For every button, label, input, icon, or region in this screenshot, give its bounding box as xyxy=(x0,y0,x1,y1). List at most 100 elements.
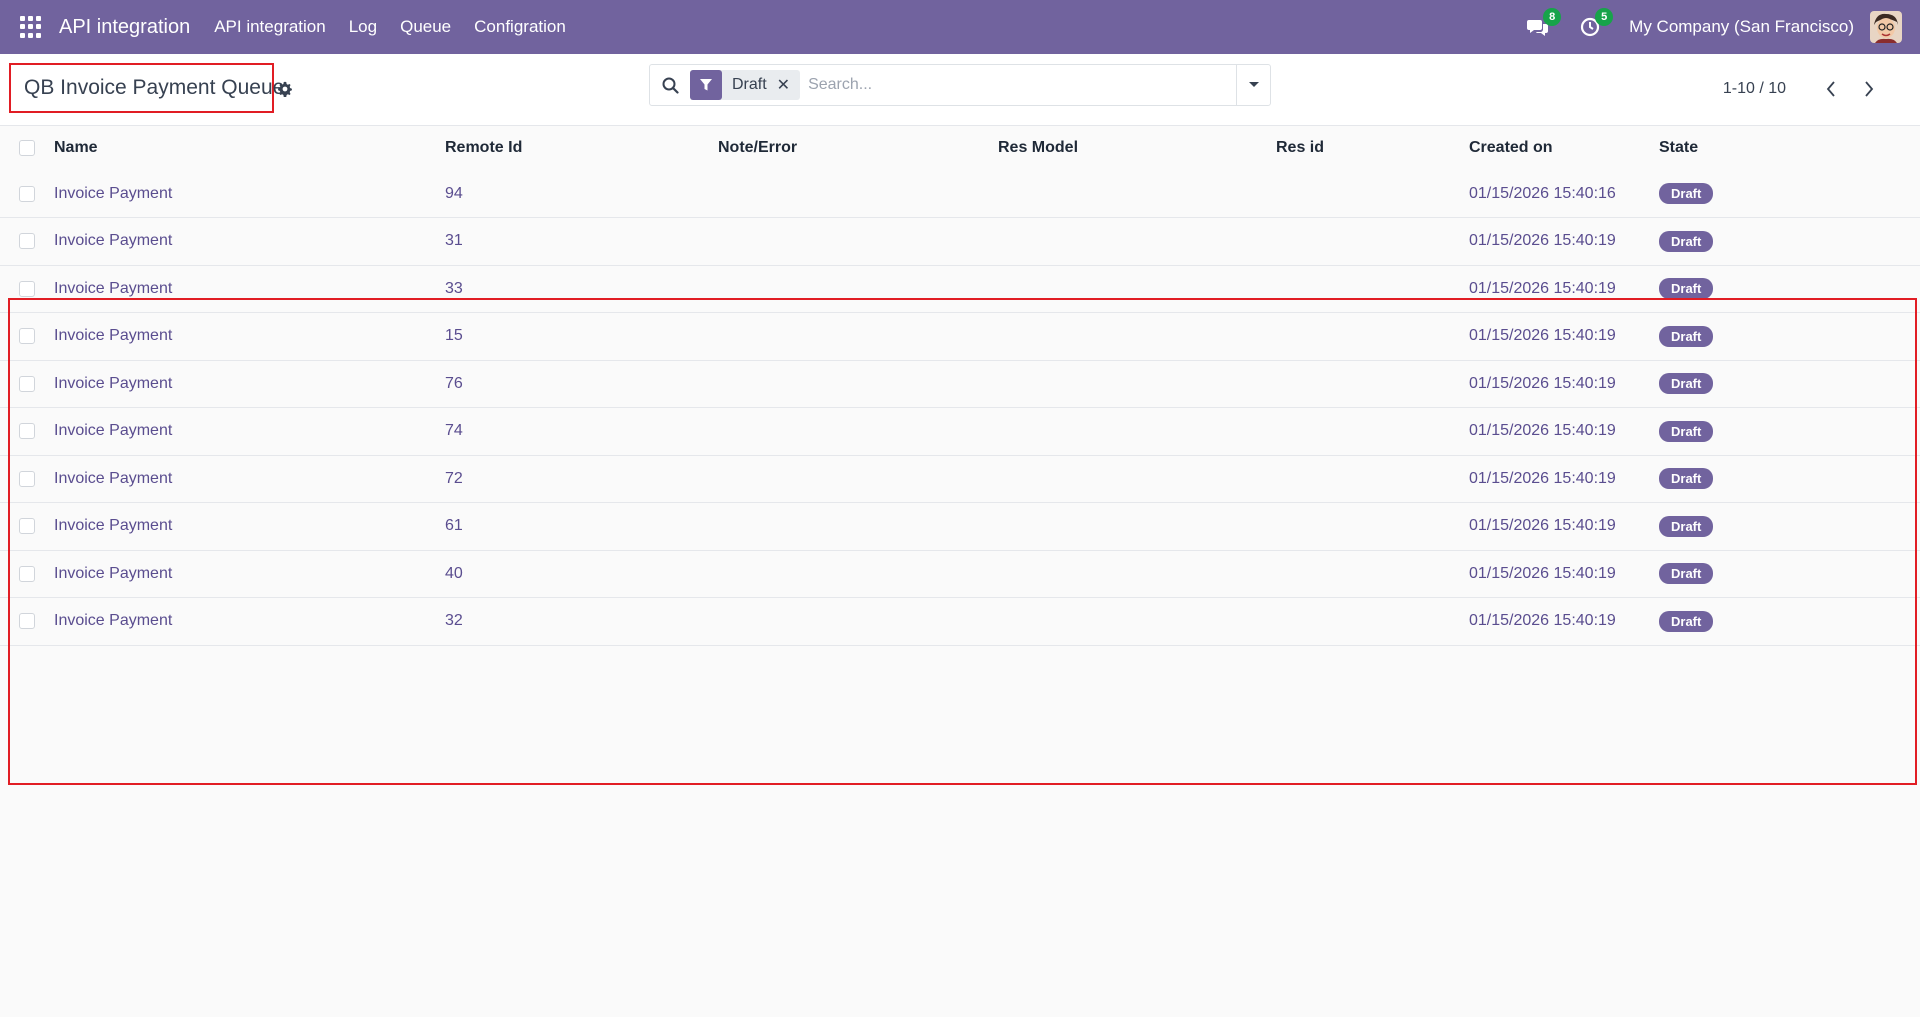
activities-button[interactable]: 5 xyxy=(1577,8,1614,40)
cell-select xyxy=(0,217,54,266)
table-row[interactable]: Invoice Payment 72 01/15/2026 15:40:19 Draf… xyxy=(0,455,1920,503)
cell-note-error xyxy=(718,550,998,598)
cell-res-id xyxy=(1276,455,1469,503)
cell-remote-id: 15 xyxy=(445,312,718,361)
menu-queue[interactable]: Queue xyxy=(400,17,451,37)
row-checkbox[interactable] xyxy=(19,518,35,535)
cell-created-on: 01/15/2026 15:40:16 xyxy=(1469,170,1659,218)
cell-name: Invoice Payment xyxy=(54,312,445,361)
cell-remote-id: 94 xyxy=(445,170,718,218)
table-row[interactable]: Invoice Payment 76 01/15/2026 15:40:19 Draf… xyxy=(0,360,1920,408)
row-checkbox[interactable] xyxy=(19,185,35,202)
systray: 8 5 My Company (San Francisco) xyxy=(1525,8,1902,43)
cell-note-error xyxy=(718,312,998,361)
cell-created-on: 01/15/2026 15:40:19 xyxy=(1469,360,1659,408)
company-switcher[interactable]: My Company (San Francisco) xyxy=(1629,17,1854,37)
row-checkbox[interactable] xyxy=(19,423,35,440)
cell-name: Invoice Payment xyxy=(54,455,445,503)
cell-created-on: 01/15/2026 15:40:19 xyxy=(1469,407,1659,456)
cell-remote-id: 61 xyxy=(445,502,718,551)
messages-button[interactable]: 8 xyxy=(1525,8,1562,40)
activities-count-badge: 5 xyxy=(1595,8,1614,26)
cell-res-id xyxy=(1276,502,1469,551)
table-row[interactable]: Invoice Payment 33 01/15/2026 15:40:19 Draf… xyxy=(0,265,1920,313)
cell-res-id xyxy=(1276,360,1469,408)
cell-res-id xyxy=(1276,265,1469,313)
status-badge: Draft xyxy=(1659,373,1714,395)
table-row[interactable]: Invoice Payment 94 01/15/2026 15:40:16 Draf… xyxy=(0,170,1920,218)
status-badge: Draft xyxy=(1659,515,1714,537)
search-icon[interactable] xyxy=(650,77,690,94)
header-note-error[interactable]: Note/Error xyxy=(718,126,998,170)
breadcrumb: QB Invoice Payment Queue xyxy=(9,63,284,113)
cell-res-model xyxy=(998,217,1276,266)
cell-res-model xyxy=(998,312,1276,361)
row-checkbox[interactable] xyxy=(19,470,35,487)
table-row[interactable]: Invoice Payment 40 01/15/2026 15:40:19 Draf… xyxy=(0,550,1920,598)
cell-name: Invoice Payment xyxy=(54,265,445,313)
header-created-on[interactable]: Created on xyxy=(1469,126,1659,170)
cell-select xyxy=(0,455,54,503)
header-remote-id[interactable]: Remote Id xyxy=(445,126,718,170)
remove-facet-icon[interactable]: ✕ xyxy=(777,75,800,95)
status-badge: Draft xyxy=(1659,563,1714,585)
cell-res-id xyxy=(1276,597,1469,646)
avatar-image xyxy=(1870,11,1902,43)
cell-name: Invoice Payment xyxy=(54,550,445,598)
table-row[interactable]: Invoice Payment 15 01/15/2026 15:40:19 Draf… xyxy=(0,312,1920,361)
cell-remote-id: 76 xyxy=(445,360,718,408)
row-checkbox[interactable] xyxy=(19,565,35,582)
top-navbar: API integration API integration Log Queu… xyxy=(0,0,1920,54)
cell-remote-id: 74 xyxy=(445,407,718,456)
row-checkbox[interactable] xyxy=(19,233,35,250)
search-input[interactable] xyxy=(808,76,1236,94)
pager-next-button[interactable] xyxy=(1854,76,1884,102)
cell-select xyxy=(0,407,54,456)
apps-grid-icon[interactable] xyxy=(20,16,42,38)
search-options-toggle[interactable] xyxy=(1236,65,1270,105)
row-checkbox[interactable] xyxy=(19,613,35,630)
select-all-checkbox[interactable] xyxy=(19,140,35,156)
cell-res-model xyxy=(998,502,1276,551)
cell-res-id xyxy=(1276,312,1469,361)
control-panel: QB Invoice Payment Queue Draft ✕ Search.… xyxy=(0,54,1920,126)
header-state[interactable]: State xyxy=(1659,126,1920,170)
user-avatar[interactable] xyxy=(1870,11,1902,43)
status-badge: Draft xyxy=(1659,468,1714,490)
cell-select xyxy=(0,597,54,646)
status-badge: Draft xyxy=(1659,325,1714,347)
cell-remote-id: 72 xyxy=(445,455,718,503)
menu-configration[interactable]: Configration xyxy=(474,17,566,37)
table-row[interactable]: Invoice Payment 31 01/15/2026 15:40:19 Draf… xyxy=(0,217,1920,266)
cell-res-model xyxy=(998,407,1276,456)
cell-name: Invoice Payment xyxy=(54,360,445,408)
menu-log[interactable]: Log xyxy=(349,17,377,37)
row-checkbox[interactable] xyxy=(19,280,35,297)
table-row[interactable]: Invoice Payment 32 01/15/2026 15:40:19 Draf… xyxy=(0,597,1920,646)
gear-icon[interactable] xyxy=(277,81,293,102)
cell-res-model xyxy=(998,455,1276,503)
header-name[interactable]: Name xyxy=(54,126,445,170)
menu-api-integration[interactable]: API integration xyxy=(214,17,326,37)
row-checkbox[interactable] xyxy=(19,375,35,392)
cell-note-error xyxy=(718,170,998,218)
filter-icon xyxy=(690,70,722,100)
table-row[interactable]: Invoice Payment 61 01/15/2026 15:40:19 Draf… xyxy=(0,502,1920,551)
cell-res-model xyxy=(998,265,1276,313)
table-row[interactable]: Invoice Payment 74 01/15/2026 15:40:19 Draf… xyxy=(0,407,1920,456)
cell-note-error xyxy=(718,360,998,408)
app-title[interactable]: API integration xyxy=(59,16,190,39)
page-title: QB Invoice Payment Queue xyxy=(24,76,285,99)
cell-remote-id: 31 xyxy=(445,217,718,266)
cell-state: Draft xyxy=(1659,597,1920,646)
chevron-left-icon xyxy=(1826,81,1835,97)
cell-res-id xyxy=(1276,407,1469,456)
header-res-model[interactable]: Res Model xyxy=(998,126,1276,170)
row-checkbox[interactable] xyxy=(19,328,35,345)
header-res-id[interactable]: Res id xyxy=(1276,126,1469,170)
search-bar: Draft ✕ xyxy=(649,64,1271,106)
pager-value[interactable]: 1-10 / 10 xyxy=(1723,80,1786,98)
cell-created-on: 01/15/2026 15:40:19 xyxy=(1469,502,1659,551)
pager-previous-button[interactable] xyxy=(1816,76,1846,102)
cell-note-error xyxy=(718,597,998,646)
